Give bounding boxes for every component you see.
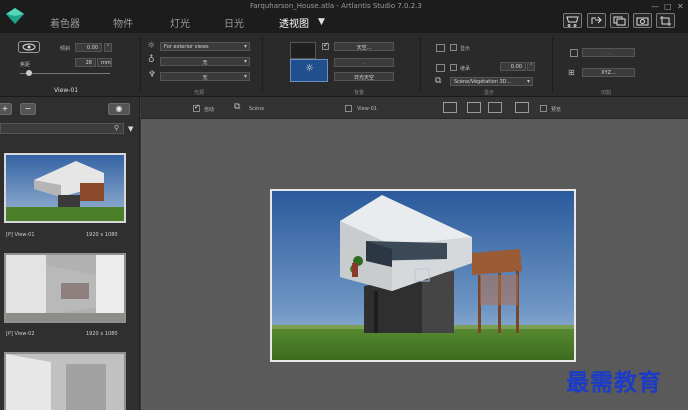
screen-icon[interactable] [515, 102, 529, 113]
view-size-label: 1920 x 1080 [86, 232, 118, 238]
view-name-label: [P] View-02 [6, 331, 35, 337]
sort-dropdown-icon[interactable]: ▼ [128, 125, 133, 133]
sun-icon: ☼ [147, 41, 156, 51]
divider [262, 37, 263, 93]
scene-vegetation-select[interactable]: Scène/Végétation 3D... [450, 77, 533, 86]
export-icon[interactable] [587, 13, 606, 28]
preview-checkbox[interactable] [540, 105, 547, 112]
viewport-toolbar: 自动 ⧉ Scène View-01 预览 [141, 97, 688, 119]
xyz-button[interactable]: XYZ... [582, 68, 635, 77]
perspective-properties-bar: 倾斜 0.00 ⌃ 焦距 28 mm View-01 ☼ For exterio… [0, 33, 688, 97]
show-label: 显示 [460, 46, 471, 52]
camera-icon[interactable] [633, 13, 652, 28]
light-section-label: 光源 [194, 90, 205, 96]
layers-icon: ⧉ [435, 76, 442, 86]
filter-icon: ♆ [148, 70, 157, 80]
focal-slider[interactable] [20, 73, 110, 74]
display-section-label: 显示 [484, 90, 495, 96]
views-list-panel: + − ◉ ⚲ ▼ [P] View-01 1920 x 1080 [P] Vi… [0, 97, 140, 410]
sun-icon: ☼ [305, 63, 314, 74]
frame-icon[interactable] [443, 102, 457, 113]
top-bar: Farquharson_House.atla - Artlantis Studi… [0, 0, 688, 33]
auto-checkbox[interactable] [193, 103, 200, 112]
sky-type-select[interactable]: 日光天空 [334, 72, 394, 81]
view-select[interactable]: View-01 [357, 106, 377, 112]
divider [420, 37, 421, 93]
background-swatch[interactable]: ☼ [290, 59, 328, 82]
layer-icon [436, 64, 445, 72]
view-size-label: 1920 x 1080 [86, 331, 118, 337]
sky-secondary-button[interactable]: … [334, 58, 394, 67]
clip-field[interactable]: … [582, 48, 635, 57]
view-name-label: [P] View-01 [6, 232, 35, 238]
window-title: Farquharson_House.atla - Artlantis Studi… [250, 2, 422, 10]
focal-slider-handle[interactable] [26, 70, 32, 76]
scene-icon: ⧉ [234, 102, 241, 112]
add-view-button[interactable]: + [0, 103, 12, 115]
tab-objects[interactable]: 物件 [113, 15, 133, 30]
xyz-icon: ⊞ [568, 68, 575, 77]
tilt-label: 倾斜 [60, 46, 71, 52]
scene-label: Scène [249, 106, 265, 112]
view-toggle-checkbox[interactable] [345, 105, 352, 112]
clip-section-label: 切割 [601, 90, 612, 96]
view-name-label: View-01 [54, 87, 79, 94]
tilt-stepper[interactable]: ⌃ [104, 43, 112, 52]
clip-icon [570, 49, 578, 57]
view-search-input[interactable]: ⚲ [0, 123, 124, 134]
render-preview-image[interactable] [270, 189, 576, 362]
divider [552, 37, 553, 93]
show-checkbox[interactable] [450, 44, 457, 51]
eye-view-icon[interactable] [18, 41, 40, 53]
search-icon: ⚲ [113, 124, 119, 132]
preview-label: 预览 [551, 107, 562, 113]
focal-unit-select[interactable]: mm [97, 58, 112, 67]
sky-checkbox[interactable] [322, 41, 329, 50]
view-thumbnail-3[interactable] [4, 352, 126, 410]
inherit-checkbox[interactable] [450, 64, 457, 71]
filter-select[interactable]: 无 [160, 72, 250, 81]
view-thumbnail-1[interactable] [4, 153, 126, 223]
grid-icon [436, 44, 445, 52]
sky-button[interactable]: 天空... [334, 42, 394, 51]
light-select[interactable]: 无 [160, 57, 250, 66]
tab-shaders[interactable]: 着色器 [50, 15, 80, 30]
windows-icon[interactable] [610, 13, 629, 28]
cart-icon[interactable] [563, 13, 582, 28]
auto-label: 自动 [204, 107, 215, 113]
crop-icon[interactable] [656, 13, 675, 28]
watermark-text: 最需教育 [566, 369, 662, 396]
inherit-label: 继承 [460, 66, 471, 72]
export-image-icon[interactable] [488, 102, 502, 113]
minimize-button[interactable]: — [651, 2, 659, 11]
bulb-icon: ♁ [148, 55, 155, 65]
inherit-input[interactable]: 0.00 [500, 62, 526, 71]
tab-perspectives[interactable]: 透视图 [279, 15, 309, 30]
focal-input[interactable]: 28 [75, 58, 96, 67]
fit-window-icon[interactable] [467, 102, 481, 113]
tab-heliodons[interactable]: 日光 [224, 15, 244, 30]
view-thumbnail-2[interactable] [4, 253, 126, 323]
background-section-label: 背景 [354, 90, 365, 96]
preview-toggle-button[interactable]: ◉ [108, 103, 130, 115]
environment-select[interactable]: For exterior views [160, 42, 250, 51]
inherit-stepper[interactable]: ⌃ [527, 62, 535, 71]
close-window-button[interactable]: ✕ [677, 2, 684, 11]
remove-view-button[interactable]: − [20, 103, 36, 115]
foreground-swatch[interactable] [290, 42, 316, 59]
tab-lights[interactable]: 灯光 [170, 15, 190, 30]
artlantis-logo-icon [6, 8, 24, 24]
focal-label: 焦距 [20, 62, 31, 68]
perspective-dropdown-caret-icon[interactable]: ▼ [318, 17, 325, 27]
divider [140, 37, 141, 93]
tilt-input[interactable]: 0.00 [75, 43, 102, 52]
maximize-button[interactable]: □ [664, 2, 672, 11]
